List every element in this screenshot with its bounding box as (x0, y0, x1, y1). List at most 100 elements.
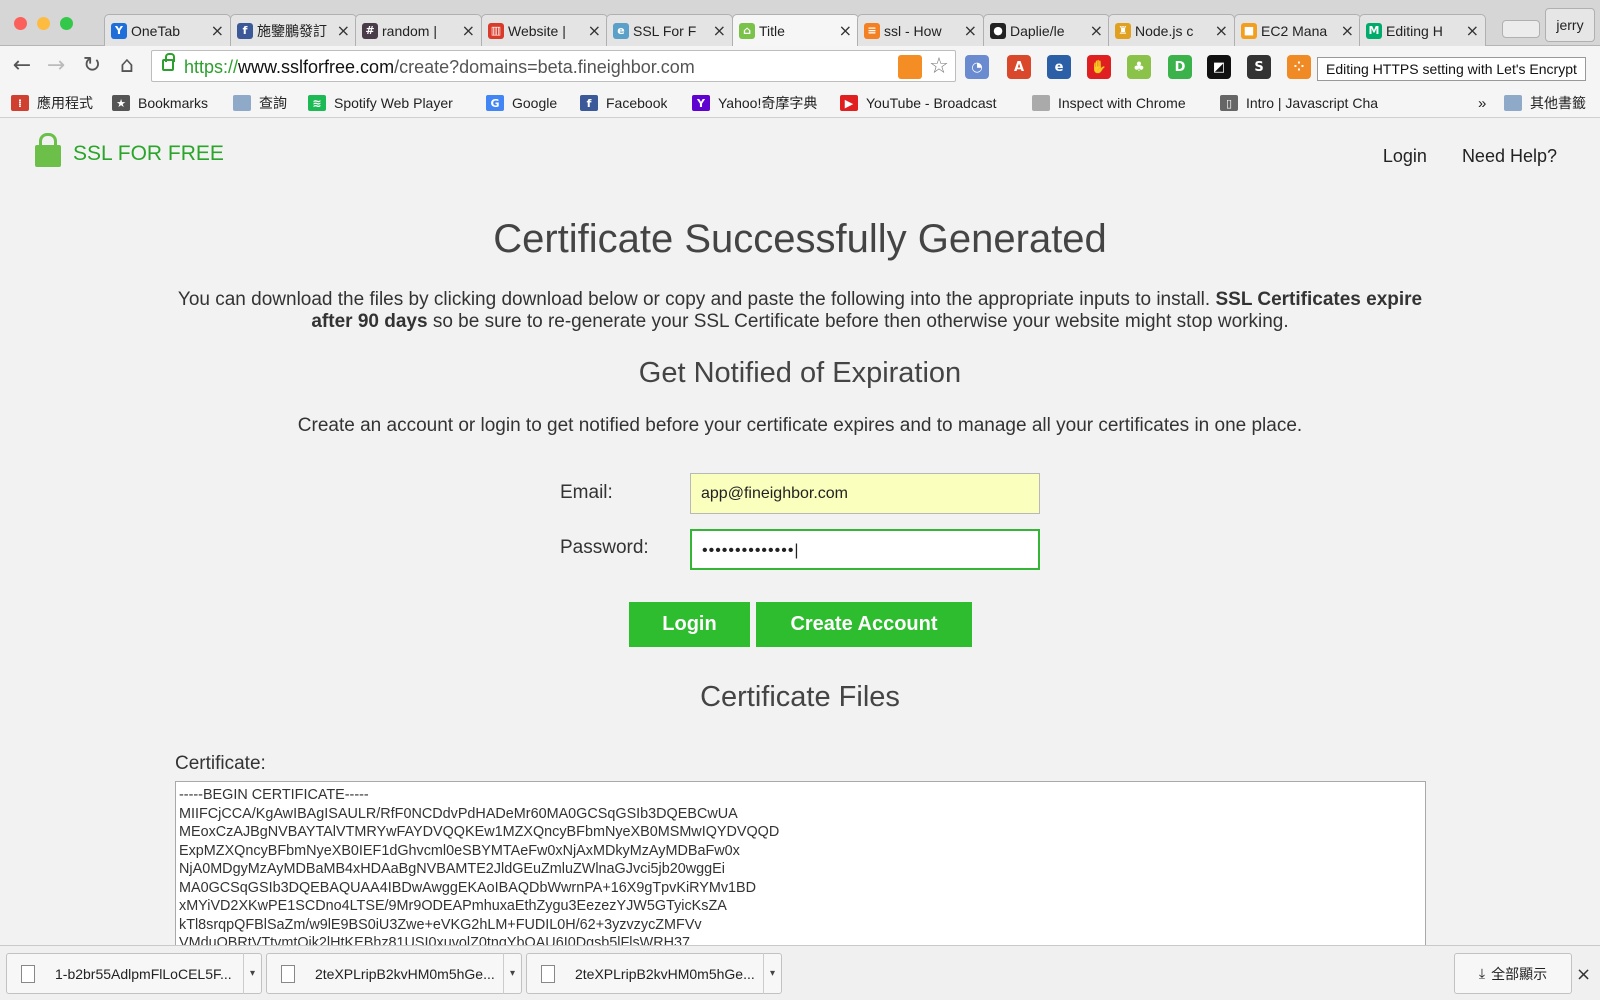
back-arrow-icon[interactable]: ← (8, 52, 36, 80)
bookmark-1[interactable]: ⁞ 應用程式 (11, 93, 93, 113)
close-shelf-icon[interactable]: × (1576, 964, 1591, 985)
tab-close-icon[interactable]: × (1215, 21, 1228, 40)
site-logo[interactable]: SSL FOR FREE (35, 133, 224, 167)
tab-close-icon[interactable]: × (588, 21, 601, 40)
window-close-button[interactable] (14, 17, 27, 30)
window-zoom-button[interactable] (60, 17, 73, 30)
google-icon: G (486, 95, 504, 111)
star-icon: ★ (112, 95, 130, 111)
certificate-textarea[interactable]: -----BEGIN CERTIFICATE----- MIIFCjCCA/Kg… (175, 781, 1426, 945)
pdf-extension-icon[interactable]: A (1007, 55, 1031, 79)
tab-close-icon[interactable]: × (1090, 21, 1103, 40)
secure-lock-icon[interactable] (162, 53, 175, 71)
download-item[interactable]: 2teXPLripB2kvHM0m5hGe... ▾ (526, 953, 782, 994)
bookmark-6[interactable]: f Facebook (580, 93, 667, 113)
home-icon[interactable]: ⌂ (113, 52, 141, 80)
folder-icon (233, 95, 251, 111)
tab-5[interactable]: e SSL For F × (606, 14, 733, 46)
tab-4[interactable]: ▥ Website | × (481, 14, 608, 46)
tab-10[interactable]: ■ EC2 Mana × (1234, 14, 1361, 46)
download-menu-chevron-icon[interactable]: ▾ (503, 953, 521, 994)
pushbullet-extension-icon[interactable]: D (1168, 55, 1192, 79)
tab-close-icon[interactable]: × (1466, 21, 1479, 40)
login-button[interactable]: Login (629, 602, 750, 647)
bookmark-label: Facebook (606, 95, 668, 111)
analytics-extension-icon[interactable] (898, 55, 922, 79)
profile-button[interactable]: jerry (1545, 8, 1595, 42)
address-bar[interactable]: https://www.sslforfree.com/create?domain… (151, 50, 956, 82)
tab-1[interactable]: Y OneTab × (104, 14, 231, 46)
reload-icon[interactable]: ↻ (78, 52, 106, 80)
bookmark-star-icon[interactable]: ☆ (927, 55, 951, 79)
download-menu-chevron-icon[interactable]: ▾ (243, 953, 261, 994)
tab-8[interactable]: ● Daplie/le × (983, 14, 1110, 46)
download-item[interactable]: 1-b2br55AdlpmFlLoCEL5F... ▾ (6, 953, 262, 994)
tab-3[interactable]: # random | × (355, 14, 482, 46)
bookmark-5[interactable]: G Google (486, 93, 557, 113)
window-minimize-button[interactable] (37, 17, 50, 30)
forward-arrow-icon[interactable]: → (42, 52, 70, 80)
s-extension-icon[interactable]: S (1247, 55, 1271, 79)
logo-text: SSL FOR FREE (73, 142, 224, 165)
bookmark-3[interactable]: 查詢 (233, 93, 287, 113)
other-bookmarks-label: 其他書籤 (1530, 95, 1586, 111)
show-all-downloads-button[interactable]: ⤓ 全部顯示 (1454, 953, 1572, 994)
slack-icon: # (362, 22, 378, 39)
bookmark-label: Google (512, 95, 558, 111)
url-scheme: https:// (184, 57, 239, 77)
stop-extension-icon[interactable]: ✋ (1087, 55, 1111, 79)
bookmarks-overflow-button[interactable]: » (1478, 93, 1486, 113)
tab-11[interactable]: M Editing H × (1359, 14, 1486, 46)
search-extension-icon[interactable]: ◔ (965, 55, 989, 79)
email-field[interactable]: app@fineighbor.com (690, 473, 1040, 514)
url-path: /create?domains=beta.fineighbor.com (394, 57, 695, 77)
android-extension-icon[interactable]: ♣ (1127, 55, 1151, 79)
bookmark-label: 查詢 (259, 95, 287, 111)
nav-login-link[interactable]: Login (1383, 146, 1427, 166)
onetab-icon: Y (111, 22, 127, 39)
bookmark-10[interactable]: ▯ Intro | Javascript Cha (1220, 93, 1378, 113)
github-icon: ● (990, 22, 1006, 39)
password-label: Password: (560, 537, 649, 558)
email-label: Email: (560, 482, 613, 503)
tab-close-icon[interactable]: × (964, 21, 977, 40)
bookmark-4[interactable]: ≋ Spotify Web Player (308, 93, 453, 113)
bookmark-2[interactable]: ★ Bookmarks (112, 93, 208, 113)
password-field[interactable]: ••••••••••••••| (690, 529, 1040, 570)
tab-tooltip: Editing HTTPS setting with Let's Encrypt (1317, 57, 1586, 81)
create-account-button[interactable]: Create Account (756, 602, 972, 647)
url-text[interactable]: https://www.sslforfree.com/create?domain… (184, 57, 695, 78)
yahoo-icon: Y (692, 95, 710, 111)
bookmark-9[interactable]: Inspect with Chrome (1032, 93, 1186, 113)
tab-6[interactable]: ⌂ Title × (732, 14, 859, 46)
tab-close-icon[interactable]: × (337, 21, 350, 40)
tab-close-icon[interactable]: × (839, 21, 852, 40)
tab-close-icon[interactable]: × (1341, 21, 1354, 40)
other-bookmarks-folder[interactable]: 其他書籤 (1504, 93, 1586, 113)
tab-title: ssl - How (884, 22, 942, 39)
download-item[interactable]: 2teXPLripB2kvHM0m5hGe... ▾ (266, 953, 522, 994)
download-menu-chevron-icon[interactable]: ▾ (763, 953, 781, 994)
tab-title: SSL For F (633, 22, 697, 39)
bookmark-8[interactable]: ▶ YouTube - Broadcast (840, 93, 997, 113)
certificate-label: Certificate: (175, 753, 266, 774)
download-icon: ⤓ (1478, 965, 1486, 982)
tab-9[interactable]: ♜ Node.js c × (1108, 14, 1235, 46)
dots-extension-icon[interactable]: ⁘ (1287, 55, 1311, 79)
tab-2[interactable]: f 施鑒鵬發訂 × (230, 14, 357, 46)
download-filename: 2teXPLripB2kvHM0m5hGe... (575, 965, 755, 982)
url-host: www.sslforfree.com (238, 57, 395, 77)
nav-help-link[interactable]: Need Help? (1462, 146, 1557, 166)
window-extension-icon[interactable]: ◩ (1207, 55, 1231, 79)
tab-close-icon[interactable]: × (211, 21, 224, 40)
tab-title: 施鑒鵬發訂 (257, 22, 327, 39)
ghostery-extension-icon[interactable]: e (1047, 55, 1071, 79)
tab-close-icon[interactable]: × (713, 21, 726, 40)
bookmark-7[interactable]: Y Yahoo!奇摩字典 (692, 93, 817, 113)
new-tab-button[interactable] (1502, 20, 1540, 38)
bookmark-label: Spotify Web Player (334, 95, 453, 111)
tab-7[interactable]: ≡ ssl - How × (857, 14, 984, 46)
tab-close-icon[interactable]: × (462, 21, 475, 40)
bookmark-label: Bookmarks (138, 95, 209, 111)
bookmark-label: Intro | Javascript Cha (1246, 95, 1379, 111)
